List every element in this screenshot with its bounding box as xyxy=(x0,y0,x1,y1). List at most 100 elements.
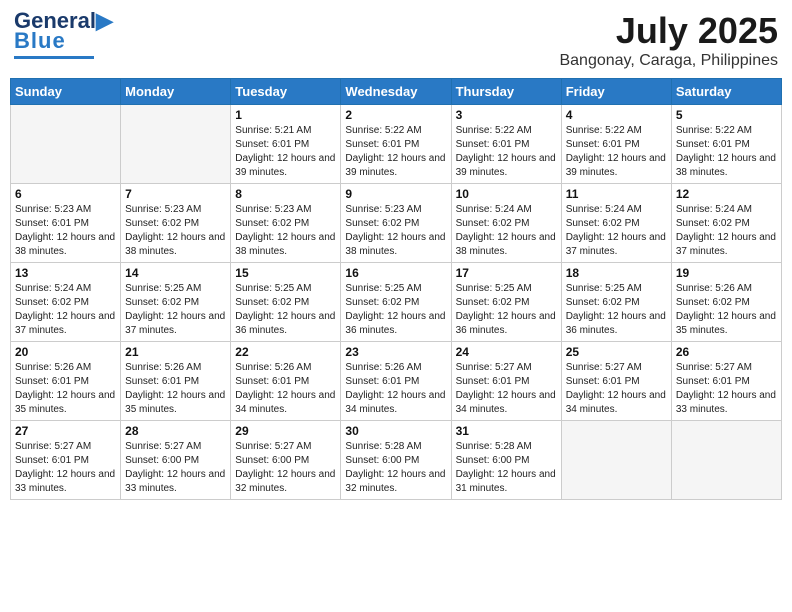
week-row-2: 6 Sunrise: 5:23 AM Sunset: 6:01 PM Daylig… xyxy=(11,184,782,263)
calendar-cell: 28 Sunrise: 5:27 AM Sunset: 6:00 PM Dayli… xyxy=(121,421,231,500)
weekday-header-friday: Friday xyxy=(561,79,671,105)
calendar-cell: 19 Sunrise: 5:26 AM Sunset: 6:02 PM Dayli… xyxy=(671,263,781,342)
day-info: Sunrise: 5:24 AM Sunset: 6:02 PM Dayligh… xyxy=(15,282,116,338)
weekday-header-sunday: Sunday xyxy=(11,79,121,105)
day-info: Sunrise: 5:28 AM Sunset: 6:00 PM Dayligh… xyxy=(345,440,446,496)
week-row-1: 1 Sunrise: 5:21 AM Sunset: 6:01 PM Daylig… xyxy=(11,105,782,184)
day-number: 4 xyxy=(566,108,667,122)
calendar-cell: 24 Sunrise: 5:27 AM Sunset: 6:01 PM Dayli… xyxy=(451,342,561,421)
day-info: Sunrise: 5:25 AM Sunset: 6:02 PM Dayligh… xyxy=(125,282,226,338)
calendar-cell xyxy=(561,421,671,500)
logo-blue: Blue xyxy=(14,28,66,54)
day-info: Sunrise: 5:27 AM Sunset: 6:01 PM Dayligh… xyxy=(676,361,777,417)
calendar-cell: 12Sunrise: 5:24 AM Sunset: 6:02 PM Dayli… xyxy=(671,184,781,263)
day-info: Sunrise: 5:26 AM Sunset: 6:01 PM Dayligh… xyxy=(235,361,336,417)
day-number: 18 xyxy=(566,266,667,280)
day-number: 17 xyxy=(456,266,557,280)
calendar-cell: 9 Sunrise: 5:23 AM Sunset: 6:02 PM Daylig… xyxy=(341,184,451,263)
calendar: SundayMondayTuesdayWednesdayThursdayFrid… xyxy=(10,78,782,500)
calendar-cell: 1 Sunrise: 5:21 AM Sunset: 6:01 PM Daylig… xyxy=(231,105,341,184)
calendar-cell: 14 Sunrise: 5:25 AM Sunset: 6:02 PM Dayli… xyxy=(121,263,231,342)
calendar-cell xyxy=(121,105,231,184)
day-number: 26 xyxy=(676,345,777,359)
day-info: Sunrise: 5:23 AM Sunset: 6:01 PM Dayligh… xyxy=(15,203,116,259)
calendar-cell: 4Sunrise: 5:22 AM Sunset: 6:01 PM Daylig… xyxy=(561,105,671,184)
day-info: Sunrise: 5:25 AM Sunset: 6:02 PM Dayligh… xyxy=(345,282,446,338)
day-number: 12 xyxy=(676,187,777,201)
day-number: 9 xyxy=(345,187,446,201)
day-number: 3 xyxy=(456,108,557,122)
day-number: 14 xyxy=(125,266,226,280)
day-number: 11 xyxy=(566,187,667,201)
day-info: Sunrise: 5:26 AM Sunset: 6:02 PM Dayligh… xyxy=(676,282,777,338)
weekday-header-wednesday: Wednesday xyxy=(341,79,451,105)
calendar-cell: 31 Sunrise: 5:28 AM Sunset: 6:00 PM Dayli… xyxy=(451,421,561,500)
day-info: Sunrise: 5:28 AM Sunset: 6:00 PM Dayligh… xyxy=(456,440,557,496)
weekday-header-thursday: Thursday xyxy=(451,79,561,105)
day-number: 10 xyxy=(456,187,557,201)
day-info: Sunrise: 5:25 AM Sunset: 6:02 PM Dayligh… xyxy=(235,282,336,338)
day-info: Sunrise: 5:22 AM Sunset: 6:01 PM Dayligh… xyxy=(676,124,777,180)
weekday-header-saturday: Saturday xyxy=(671,79,781,105)
calendar-cell xyxy=(11,105,121,184)
title-block: July 2025 Bangonay, Caraga, Philippines xyxy=(559,10,778,70)
day-number: 7 xyxy=(125,187,226,201)
calendar-cell: 2Sunrise: 5:22 AM Sunset: 6:01 PM Daylig… xyxy=(341,105,451,184)
weekday-header-monday: Monday xyxy=(121,79,231,105)
day-info: Sunrise: 5:27 AM Sunset: 6:00 PM Dayligh… xyxy=(235,440,336,496)
location: Bangonay, Caraga, Philippines xyxy=(559,52,778,70)
calendar-cell: 8Sunrise: 5:23 AM Sunset: 6:02 PM Daylig… xyxy=(231,184,341,263)
day-number: 30 xyxy=(345,424,446,438)
day-number: 19 xyxy=(676,266,777,280)
day-number: 1 xyxy=(235,108,336,122)
month-year: July 2025 xyxy=(559,10,778,52)
calendar-cell: 7Sunrise: 5:23 AM Sunset: 6:02 PM Daylig… xyxy=(121,184,231,263)
calendar-cell: 29Sunrise: 5:27 AM Sunset: 6:00 PM Dayli… xyxy=(231,421,341,500)
calendar-cell xyxy=(671,421,781,500)
day-info: Sunrise: 5:23 AM Sunset: 6:02 PM Dayligh… xyxy=(235,203,336,259)
day-number: 27 xyxy=(15,424,116,438)
calendar-cell: 20Sunrise: 5:26 AM Sunset: 6:01 PM Dayli… xyxy=(11,342,121,421)
calendar-cell: 30 Sunrise: 5:28 AM Sunset: 6:00 PM Dayli… xyxy=(341,421,451,500)
week-row-4: 20Sunrise: 5:26 AM Sunset: 6:01 PM Dayli… xyxy=(11,342,782,421)
day-number: 23 xyxy=(345,345,446,359)
day-number: 22 xyxy=(235,345,336,359)
day-info: Sunrise: 5:23 AM Sunset: 6:02 PM Dayligh… xyxy=(345,203,446,259)
day-info: Sunrise: 5:22 AM Sunset: 6:01 PM Dayligh… xyxy=(345,124,446,180)
calendar-cell: 26 Sunrise: 5:27 AM Sunset: 6:01 PM Dayli… xyxy=(671,342,781,421)
day-info: Sunrise: 5:22 AM Sunset: 6:01 PM Dayligh… xyxy=(456,124,557,180)
day-info: Sunrise: 5:26 AM Sunset: 6:01 PM Dayligh… xyxy=(345,361,446,417)
logo: General▶ Blue xyxy=(14,10,113,59)
day-number: 16 xyxy=(345,266,446,280)
calendar-cell: 5 Sunrise: 5:22 AM Sunset: 6:01 PM Daylig… xyxy=(671,105,781,184)
day-info: Sunrise: 5:26 AM Sunset: 6:01 PM Dayligh… xyxy=(125,361,226,417)
calendar-cell: 15 Sunrise: 5:25 AM Sunset: 6:02 PM Dayli… xyxy=(231,263,341,342)
day-number: 25 xyxy=(566,345,667,359)
calendar-cell: 16 Sunrise: 5:25 AM Sunset: 6:02 PM Dayli… xyxy=(341,263,451,342)
day-number: 24 xyxy=(456,345,557,359)
weekday-header-tuesday: Tuesday xyxy=(231,79,341,105)
calendar-cell: 11 Sunrise: 5:24 AM Sunset: 6:02 PM Dayli… xyxy=(561,184,671,263)
day-info: Sunrise: 5:25 AM Sunset: 6:02 PM Dayligh… xyxy=(456,282,557,338)
calendar-cell: 22 Sunrise: 5:26 AM Sunset: 6:01 PM Dayli… xyxy=(231,342,341,421)
day-number: 5 xyxy=(676,108,777,122)
calendar-cell: 10Sunrise: 5:24 AM Sunset: 6:02 PM Dayli… xyxy=(451,184,561,263)
day-info: Sunrise: 5:24 AM Sunset: 6:02 PM Dayligh… xyxy=(566,203,667,259)
day-number: 31 xyxy=(456,424,557,438)
day-number: 15 xyxy=(235,266,336,280)
week-row-3: 13Sunrise: 5:24 AM Sunset: 6:02 PM Dayli… xyxy=(11,263,782,342)
weekday-header-row: SundayMondayTuesdayWednesdayThursdayFrid… xyxy=(11,79,782,105)
day-number: 28 xyxy=(125,424,226,438)
page-header: General▶ Blue July 2025 Bangonay, Caraga… xyxy=(10,10,782,70)
logo-underline xyxy=(14,56,94,59)
week-row-5: 27Sunrise: 5:27 AM Sunset: 6:01 PM Dayli… xyxy=(11,421,782,500)
day-number: 6 xyxy=(15,187,116,201)
day-number: 21 xyxy=(125,345,226,359)
day-info: Sunrise: 5:21 AM Sunset: 6:01 PM Dayligh… xyxy=(235,124,336,180)
calendar-cell: 21 Sunrise: 5:26 AM Sunset: 6:01 PM Dayli… xyxy=(121,342,231,421)
day-info: Sunrise: 5:27 AM Sunset: 6:01 PM Dayligh… xyxy=(456,361,557,417)
calendar-cell: 25Sunrise: 5:27 AM Sunset: 6:01 PM Dayli… xyxy=(561,342,671,421)
day-info: Sunrise: 5:26 AM Sunset: 6:01 PM Dayligh… xyxy=(15,361,116,417)
day-info: Sunrise: 5:27 AM Sunset: 6:00 PM Dayligh… xyxy=(125,440,226,496)
calendar-cell: 23 Sunrise: 5:26 AM Sunset: 6:01 PM Dayli… xyxy=(341,342,451,421)
